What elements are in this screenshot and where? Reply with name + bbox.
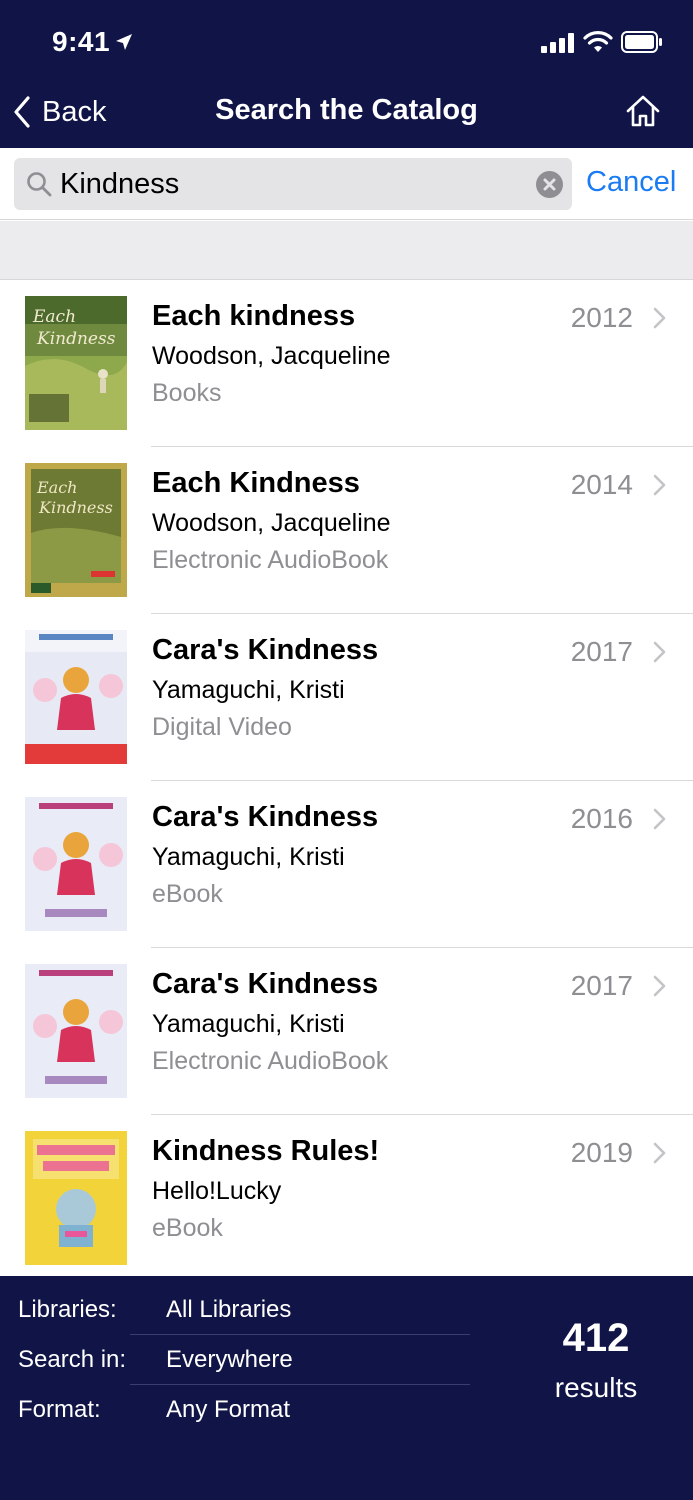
clear-search-button[interactable]	[536, 171, 563, 198]
book-cover: Each Kindness	[25, 296, 127, 430]
result-author: Yamaguchi, Kristi	[152, 1010, 345, 1038]
filter-label: Libraries:	[18, 1296, 117, 1323]
filter-divider	[130, 1384, 470, 1385]
result-title: Cara's Kindness	[152, 968, 379, 1000]
result-title: Each Kindness	[152, 467, 360, 499]
list-item[interactable]: Cara's Kindness Yamaguchi, Kristi Electr…	[0, 948, 693, 1115]
filter-format[interactable]: Format: Any Format	[0, 1386, 470, 1436]
book-cover: Each Kindness	[25, 463, 127, 597]
list-item[interactable]: Cara's Kindness Yamaguchi, Kristi Digita…	[0, 614, 693, 781]
section-separator	[0, 221, 693, 280]
result-format: Electronic AudioBook	[152, 546, 389, 574]
location-arrow-icon	[116, 34, 132, 50]
result-format: eBook	[152, 880, 223, 908]
status-bar: 9:41	[0, 0, 693, 78]
search-icon	[27, 172, 52, 197]
svg-text:Each: Each	[36, 478, 77, 497]
result-year: 2019	[570, 1137, 633, 1168]
results-count-label: results	[554, 1372, 638, 1403]
list-item[interactable]: Cara's Kindness Yamaguchi, Kristi eBook …	[0, 781, 693, 948]
book-cover	[25, 1131, 127, 1265]
result-author: Hello!Lucky	[152, 1177, 282, 1205]
chevron-right-icon	[653, 307, 666, 329]
filter-divider	[130, 1334, 470, 1335]
search-input[interactable]	[60, 158, 520, 210]
list-item[interactable]: Kindness Rules! Hello!Lucky eBook 2019	[0, 1115, 693, 1276]
results-list: Each Kindness Each kindness Woodson, Jac…	[0, 280, 693, 1276]
result-title: Kindness Rules!	[152, 1135, 380, 1167]
battery-icon	[621, 31, 662, 53]
search-field[interactable]	[14, 158, 572, 210]
filter-libraries[interactable]: Libraries: All Libraries	[0, 1286, 470, 1336]
book-cover	[25, 630, 127, 764]
result-format: eBook	[152, 1214, 223, 1242]
result-author: Yamaguchi, Kristi	[152, 676, 345, 704]
search-filters-footer: Libraries: All Libraries Search in: Ever…	[0, 1276, 693, 1500]
result-year: 2016	[570, 803, 633, 834]
navigation-bar: Back Search the Catalog	[0, 78, 693, 148]
svg-text:Kindness: Kindness	[36, 329, 116, 349]
chevron-right-icon	[653, 641, 666, 663]
search-bar: Cancel	[0, 148, 693, 220]
result-author: Woodson, Jacqueline	[152, 342, 391, 370]
result-format: Electronic AudioBook	[152, 1047, 389, 1075]
book-cover	[25, 797, 127, 931]
result-title: Cara's Kindness	[152, 634, 379, 666]
result-year: 2014	[570, 469, 633, 500]
filter-search-in[interactable]: Search in: Everywhere	[0, 1336, 470, 1386]
filter-label: Search in:	[18, 1346, 127, 1373]
result-year: 2017	[570, 636, 633, 667]
list-item[interactable]: Each Kindness Each Kindness Woodson, Jac…	[0, 447, 693, 614]
cancel-button[interactable]: Cancel	[586, 166, 676, 199]
result-title: Each kindness	[152, 300, 356, 332]
book-cover	[25, 964, 127, 1098]
svg-text:Kindness: Kindness	[38, 498, 113, 517]
chevron-right-icon	[653, 975, 666, 997]
chevron-right-icon	[653, 1142, 666, 1164]
wifi-icon	[583, 31, 613, 52]
result-author: Yamaguchi, Kristi	[152, 843, 345, 871]
result-format: Digital Video	[152, 713, 292, 741]
filter-label: Format:	[18, 1396, 101, 1423]
status-time: 9:41	[52, 26, 111, 57]
close-icon	[543, 178, 556, 191]
results-count: 412	[562, 1316, 630, 1360]
list-item[interactable]: Each Kindness Each kindness Woodson, Jac…	[0, 280, 693, 447]
result-title: Cara's Kindness	[152, 801, 379, 833]
result-year: 2017	[570, 970, 633, 1001]
chevron-right-icon	[653, 474, 666, 496]
page-title: Search the Catalog	[215, 94, 478, 126]
result-author: Woodson, Jacqueline	[152, 509, 391, 537]
home-icon[interactable]	[624, 92, 662, 130]
filter-value[interactable]: Everywhere	[166, 1346, 293, 1374]
chevron-right-icon	[653, 808, 666, 830]
filter-value[interactable]: Any Format	[166, 1396, 290, 1424]
cellular-signal-icon	[541, 33, 574, 53]
result-format: Books	[152, 379, 222, 407]
filter-value[interactable]: All Libraries	[166, 1296, 291, 1324]
svg-text:Each: Each	[32, 307, 76, 327]
result-year: 2012	[570, 302, 633, 333]
